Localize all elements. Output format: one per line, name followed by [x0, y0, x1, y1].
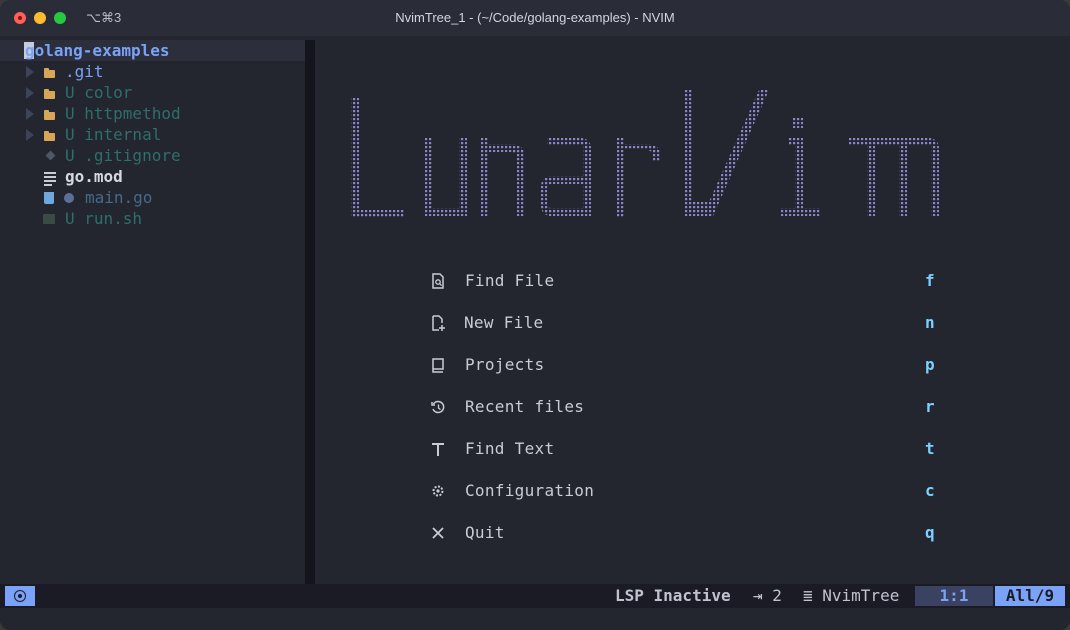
menu-shortcut-key: f — [925, 271, 935, 290]
mode-indicator — [5, 586, 35, 606]
search-file-icon — [432, 273, 444, 289]
menu-shortcut-key: p — [925, 355, 935, 374]
menu-shortcut-key: n — [925, 313, 935, 332]
tree-item-label: main.go — [85, 188, 153, 207]
tree-item-label: U run.sh — [65, 209, 143, 228]
menu-label: Configuration — [465, 481, 595, 500]
close-icon — [432, 527, 444, 539]
tree-root-label: golang-examples — [25, 41, 170, 60]
tree-item-label: U .gitignore — [65, 146, 181, 165]
menu-shortcut-key: c — [925, 481, 935, 500]
title-bar: ⌥⌘3 NvimTree_1 - (~/Code/golang-examples… — [0, 0, 1070, 36]
lsp-status: LSP Inactive — [615, 586, 731, 605]
filetype: ≣ NvimTree — [803, 586, 900, 605]
tree-item-color[interactable]: U color — [0, 82, 305, 103]
menu-label: Find File — [465, 271, 555, 290]
window-title: NvimTree_1 - (~/Code/golang-examples) - … — [395, 10, 675, 25]
file-tree: golang-examples .git U color U httpmetho… — [0, 40, 305, 584]
menu-projects[interactable]: Projects p — [430, 352, 950, 378]
mode-icon — [14, 590, 26, 602]
menu-find-file[interactable]: Find File f — [430, 268, 950, 294]
folder-icon — [44, 68, 55, 78]
cursor-position: 1:1 — [915, 586, 993, 606]
dashboard: Find File f New File n Projects p Recent… — [315, 40, 1070, 584]
window-separator[interactable] — [305, 40, 315, 584]
gear-icon — [432, 485, 444, 497]
menu-recent-files[interactable]: Recent files r — [430, 394, 950, 420]
menu-find-text[interactable]: Find Text t — [430, 436, 950, 462]
menu-label: Quit — [465, 523, 505, 542]
tree-item-gitignore[interactable]: U .gitignore — [0, 145, 305, 166]
chevron-right-icon — [26, 129, 34, 141]
git-icon — [45, 150, 56, 161]
chevron-right-icon — [26, 108, 34, 120]
chevron-right-icon — [26, 66, 34, 78]
tree-item-label: go.mod — [65, 167, 123, 186]
tree-item-httpmethod[interactable]: U httpmethod — [0, 103, 305, 124]
folder-icon — [44, 110, 55, 120]
menu-label: Recent files — [465, 397, 585, 416]
nvim-window: ⌥⌘3 NvimTree_1 - (~/Code/golang-examples… — [0, 0, 1070, 630]
tree-root[interactable]: golang-examples — [0, 40, 305, 61]
menu-label: Find Text — [465, 439, 555, 458]
menu-shortcut-key: q — [925, 523, 935, 542]
chevron-right-icon — [26, 87, 34, 99]
command-line[interactable] — [0, 608, 1070, 630]
indent-size: ⇥ 2 — [753, 586, 782, 605]
file-lines-icon — [44, 172, 56, 186]
menu-label: New File — [464, 313, 544, 332]
menu-shortcut-key: r — [925, 397, 935, 416]
lunarvim-logo — [351, 90, 939, 218]
menu-configuration[interactable]: Configuration c — [430, 478, 950, 504]
status-line: LSP Inactive ⇥ 2 ≣ NvimTree 1:1 All/9 — [0, 584, 1070, 608]
tree-item-label: U httpmethod — [65, 104, 181, 123]
tree-item-run-sh[interactable]: U run.sh — [0, 208, 305, 229]
menu-new-file[interactable]: New File n — [430, 310, 950, 336]
menu-quit[interactable]: Quit q — [430, 520, 950, 546]
tree-item-internal[interactable]: U internal — [0, 124, 305, 145]
book-icon — [432, 358, 444, 373]
tree-item-go-mod[interactable]: go.mod — [0, 166, 305, 187]
text-icon — [432, 443, 444, 456]
history-icon — [431, 400, 445, 414]
new-file-icon — [432, 315, 445, 331]
go-gopher-icon — [44, 192, 54, 204]
tree-item-git[interactable]: .git — [0, 61, 305, 82]
tree-item-label: U internal — [65, 125, 162, 144]
modified-dot-icon — [64, 193, 74, 203]
tree-item-label: .git — [65, 62, 104, 81]
scroll-progress: All/9 — [995, 586, 1065, 606]
menu-label: Projects — [465, 355, 545, 374]
folder-icon — [44, 89, 55, 99]
tree-item-label: U color — [65, 83, 133, 102]
terminal-icon — [43, 214, 55, 224]
folder-icon — [44, 131, 55, 141]
tree-item-main-go[interactable]: main.go — [0, 187, 305, 208]
menu-shortcut-key: t — [925, 439, 935, 458]
